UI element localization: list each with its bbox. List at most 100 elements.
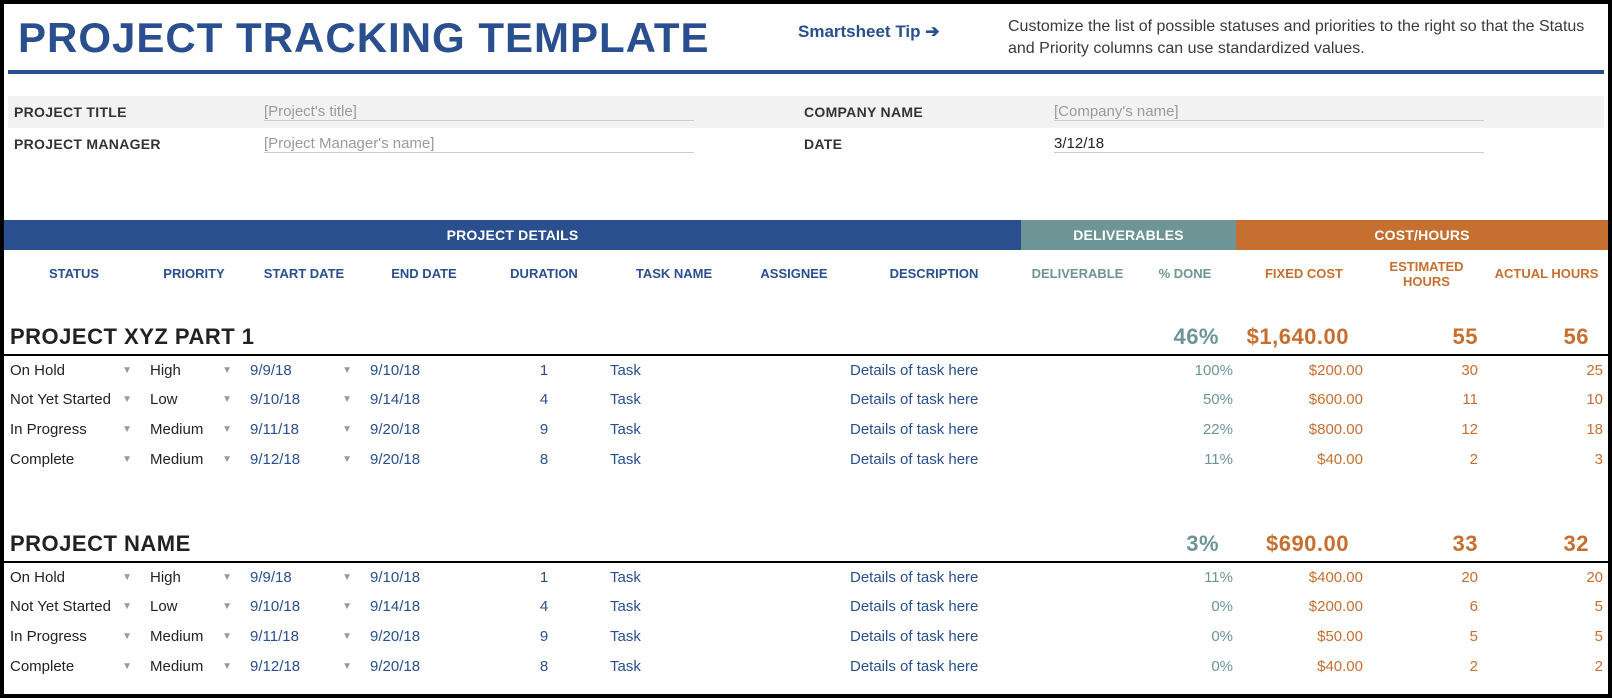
end-date-cell[interactable]: 9/10/18 xyxy=(364,562,484,592)
fixed-cost-cell[interactable]: $200.00 xyxy=(1239,592,1369,622)
priority-cell[interactable]: Medium▼ xyxy=(144,445,244,475)
duration-cell[interactable]: 8 xyxy=(484,652,604,682)
est-hours-cell[interactable]: 12 xyxy=(1369,415,1484,445)
start-date-cell[interactable]: 9/10/18▼ xyxy=(244,385,364,415)
priority-cell[interactable]: Medium▼ xyxy=(144,622,244,652)
assignee-cell[interactable] xyxy=(744,652,844,682)
col-end-date[interactable]: END DATE xyxy=(364,250,484,308)
description-cell[interactable]: Details of task here xyxy=(844,562,1024,592)
duration-cell[interactable]: 1 xyxy=(484,562,604,592)
dropdown-icon[interactable]: ▼ xyxy=(222,601,232,612)
fixed-cost-cell[interactable]: $600.00 xyxy=(1239,385,1369,415)
col-priority[interactable]: PRIORITY xyxy=(144,250,244,308)
dropdown-icon[interactable]: ▼ xyxy=(342,424,352,435)
deliverable-cell[interactable] xyxy=(1024,415,1131,445)
deliverable-cell[interactable] xyxy=(1024,562,1131,592)
actual-hours-cell[interactable]: 5 xyxy=(1484,592,1609,622)
actual-hours-cell[interactable]: 25 xyxy=(1484,355,1609,385)
description-cell[interactable]: Details of task here xyxy=(844,622,1024,652)
dropdown-icon[interactable]: ▼ xyxy=(342,601,352,612)
description-cell[interactable]: Details of task here xyxy=(844,385,1024,415)
status-cell[interactable]: Not Yet Started▼ xyxy=(4,385,144,415)
est-hours-cell[interactable]: 6 xyxy=(1369,592,1484,622)
description-cell[interactable]: Details of task here xyxy=(844,652,1024,682)
col-duration[interactable]: DURATION xyxy=(484,250,604,308)
task-name-cell[interactable]: Task xyxy=(604,592,744,622)
task-name-cell[interactable]: Task xyxy=(604,652,744,682)
priority-cell[interactable]: Low▼ xyxy=(144,592,244,622)
col-deliverable[interactable]: DELIVERABLE xyxy=(1024,250,1131,308)
deliverable-cell[interactable] xyxy=(1024,622,1131,652)
est-hours-cell[interactable]: 20 xyxy=(1369,562,1484,592)
col-actual-hours[interactable]: ACTUAL HOURS xyxy=(1484,250,1609,308)
project-manager-input[interactable]: [Project Manager's name] xyxy=(264,135,694,153)
company-name-input[interactable]: [Company's name] xyxy=(1054,103,1484,121)
end-date-cell[interactable]: 9/14/18 xyxy=(364,385,484,415)
assignee-cell[interactable] xyxy=(744,385,844,415)
dropdown-icon[interactable]: ▼ xyxy=(222,454,232,465)
assignee-cell[interactable] xyxy=(744,415,844,445)
duration-cell[interactable]: 9 xyxy=(484,622,604,652)
status-cell[interactable]: Complete▼ xyxy=(4,652,144,682)
dropdown-icon[interactable]: ▼ xyxy=(222,424,232,435)
dropdown-icon[interactable]: ▼ xyxy=(122,365,132,376)
priority-cell[interactable]: High▼ xyxy=(144,562,244,592)
start-date-cell[interactable]: 9/10/18▼ xyxy=(244,592,364,622)
status-cell[interactable]: On Hold▼ xyxy=(4,355,144,385)
deliverable-cell[interactable] xyxy=(1024,355,1131,385)
fixed-cost-cell[interactable]: $40.00 xyxy=(1239,445,1369,475)
dropdown-icon[interactable]: ▼ xyxy=(342,394,352,405)
percent-done-cell[interactable]: 0% xyxy=(1131,652,1239,682)
start-date-cell[interactable]: 9/11/18▼ xyxy=(244,622,364,652)
assignee-cell[interactable] xyxy=(744,445,844,475)
duration-cell[interactable]: 1 xyxy=(484,355,604,385)
status-cell[interactable]: Not Yet Started▼ xyxy=(4,592,144,622)
dropdown-icon[interactable]: ▼ xyxy=(342,454,352,465)
deliverable-cell[interactable] xyxy=(1024,592,1131,622)
col-description[interactable]: DESCRIPTION xyxy=(844,250,1024,308)
dropdown-icon[interactable]: ▼ xyxy=(342,365,352,376)
end-date-cell[interactable]: 9/10/18 xyxy=(364,355,484,385)
status-cell[interactable]: In Progress▼ xyxy=(4,415,144,445)
duration-cell[interactable]: 4 xyxy=(484,592,604,622)
col-fixed-cost[interactable]: FIXED COST xyxy=(1239,250,1369,308)
end-date-cell[interactable]: 9/20/18 xyxy=(364,445,484,475)
actual-hours-cell[interactable]: 10 xyxy=(1484,385,1609,415)
task-name-cell[interactable]: Task xyxy=(604,562,744,592)
actual-hours-cell[interactable]: 18 xyxy=(1484,415,1609,445)
actual-hours-cell[interactable]: 3 xyxy=(1484,445,1609,475)
actual-hours-cell[interactable]: 5 xyxy=(1484,622,1609,652)
status-cell[interactable]: On Hold▼ xyxy=(4,562,144,592)
est-hours-cell[interactable]: 2 xyxy=(1369,652,1484,682)
description-cell[interactable]: Details of task here xyxy=(844,415,1024,445)
priority-cell[interactable]: High▼ xyxy=(144,355,244,385)
start-date-cell[interactable]: 9/11/18▼ xyxy=(244,415,364,445)
duration-cell[interactable]: 9 xyxy=(484,415,604,445)
duration-cell[interactable]: 8 xyxy=(484,445,604,475)
percent-done-cell[interactable]: 100% xyxy=(1131,355,1239,385)
start-date-cell[interactable]: 9/12/18▼ xyxy=(244,652,364,682)
dropdown-icon[interactable]: ▼ xyxy=(222,365,232,376)
percent-done-cell[interactable]: 22% xyxy=(1131,415,1239,445)
task-name-cell[interactable]: Task xyxy=(604,385,744,415)
col-percent-done[interactable]: % DONE xyxy=(1131,250,1239,308)
dropdown-icon[interactable]: ▼ xyxy=(342,572,352,583)
dropdown-icon[interactable]: ▼ xyxy=(222,631,232,642)
assignee-cell[interactable] xyxy=(744,622,844,652)
task-name-cell[interactable]: Task xyxy=(604,355,744,385)
status-cell[interactable]: In Progress▼ xyxy=(4,622,144,652)
task-name-cell[interactable]: Task xyxy=(604,415,744,445)
description-cell[interactable]: Details of task here xyxy=(844,592,1024,622)
description-cell[interactable]: Details of task here xyxy=(844,355,1024,385)
fixed-cost-cell[interactable]: $800.00 xyxy=(1239,415,1369,445)
percent-done-cell[interactable]: 0% xyxy=(1131,592,1239,622)
end-date-cell[interactable]: 9/20/18 xyxy=(364,622,484,652)
start-date-cell[interactable]: 9/9/18▼ xyxy=(244,355,364,385)
dropdown-icon[interactable]: ▼ xyxy=(122,394,132,405)
start-date-cell[interactable]: 9/9/18▼ xyxy=(244,562,364,592)
dropdown-icon[interactable]: ▼ xyxy=(222,661,232,672)
col-assignee[interactable]: ASSIGNEE xyxy=(744,250,844,308)
dropdown-icon[interactable]: ▼ xyxy=(122,454,132,465)
dropdown-icon[interactable]: ▼ xyxy=(342,631,352,642)
fixed-cost-cell[interactable]: $200.00 xyxy=(1239,355,1369,385)
